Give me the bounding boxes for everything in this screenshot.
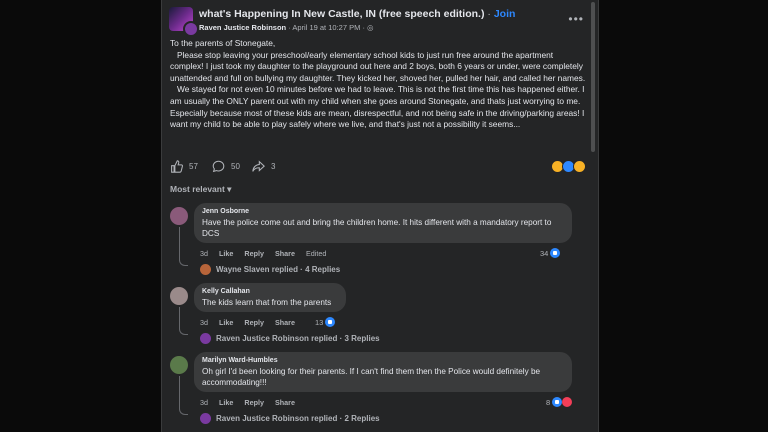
comment-actions: 3d Like Reply Share — [200, 318, 304, 327]
view-replies-link[interactable]: Wayne Slaven replied · 4 Replies — [200, 264, 340, 275]
love-reaction-icon — [562, 397, 573, 407]
like-count: 57 — [189, 162, 198, 171]
comment-time[interactable]: 3d — [200, 398, 208, 407]
care-reaction-icon — [573, 160, 586, 173]
comment-share-button[interactable]: Share — [275, 398, 295, 407]
comment-reply-button[interactable]: Reply — [244, 318, 264, 327]
comment-share-button[interactable]: Share — [275, 318, 295, 327]
replies-text: Wayne Slaven replied · 4 Replies — [216, 265, 341, 274]
like-button[interactable]: 57 — [170, 160, 198, 173]
avatar[interactable] — [170, 356, 188, 374]
avatar[interactable] — [170, 287, 188, 305]
post-paragraph: To the parents of Stonegate, — [170, 38, 276, 48]
comment-button[interactable]: 50 — [212, 160, 240, 173]
comment-icon — [212, 160, 225, 173]
post-paragraph: We stayed for not even 10 minutes before… — [170, 84, 587, 130]
post-timestamp[interactable]: April 19 at 10:27 PM — [292, 23, 360, 32]
avatar[interactable] — [170, 207, 188, 225]
thread-line — [179, 376, 188, 415]
title-separator: · — [487, 8, 491, 20]
share-icon — [252, 160, 265, 172]
group-name-link[interactable]: what's Happening In New Castle, IN (free… — [199, 8, 484, 20]
post-header: what's Happening In New Castle, IN (free… — [169, 6, 588, 37]
comment-bubble: Marilyn Ward-Humbles Oh girl I'd been lo… — [194, 352, 572, 392]
comment-actions: 3d Like Reply Share Edited — [200, 249, 335, 258]
comment-sort-dropdown[interactable]: Most relevant ▾ — [170, 184, 231, 195]
comment-text: Have the police come out and bring the c… — [202, 218, 552, 238]
post-body: To the parents of Stonegate, Please stop… — [170, 38, 588, 131]
comment-reply-button[interactable]: Reply — [244, 249, 264, 258]
comment-reply-button[interactable]: Reply — [244, 398, 264, 407]
reaction-summary[interactable] — [551, 160, 586, 173]
comment-item: Marilyn Ward-Humbles Oh girl I'd been lo… — [170, 352, 590, 432]
commenter-name[interactable]: Marilyn Ward-Humbles — [202, 357, 564, 364]
comment-text: Oh girl I'd been looking for their paren… — [202, 367, 541, 387]
comment-count: 50 — [231, 162, 240, 171]
avatar — [200, 413, 211, 424]
more-options-icon[interactable]: ••• — [568, 12, 584, 26]
like-reaction-icon — [325, 317, 336, 327]
comment-item: Jenn Osborne Have the police come out an… — [170, 203, 590, 275]
comment-like-button[interactable]: Like — [219, 398, 233, 407]
edited-label: Edited — [305, 249, 327, 258]
replies-text: Raven Justice Robinson replied · 3 Repli… — [216, 334, 380, 343]
post-action-bar: 57 50 3 — [170, 158, 590, 176]
share-button[interactable]: 3 — [252, 160, 275, 173]
comment-reaction-count[interactable]: 8 — [546, 397, 573, 407]
thread-line — [179, 307, 188, 335]
commenter-name[interactable]: Jenn Osborne — [202, 208, 564, 215]
thread-line — [179, 227, 188, 266]
comment-text: The kids learn that from the parents — [202, 298, 332, 307]
comment-time[interactable]: 3d — [200, 249, 208, 258]
replies-text: Raven Justice Robinson replied · 2 Repli… — [216, 414, 380, 423]
comment-reaction-count[interactable]: 13 — [315, 317, 336, 327]
comment-actions: 3d Like Reply Share — [200, 398, 304, 407]
reaction-number: 8 — [546, 397, 551, 407]
post-meta: Raven Justice Robinson · April 19 at 10:… — [199, 23, 374, 32]
author-name-link[interactable]: Raven Justice Robinson — [199, 23, 286, 32]
globe-icon: · ◎ — [362, 23, 374, 32]
commenter-name[interactable]: Kelly Callahan — [202, 288, 338, 295]
view-replies-link[interactable]: Raven Justice Robinson replied · 3 Repli… — [200, 333, 380, 344]
scrollbar[interactable] — [591, 2, 595, 152]
group-title-line: what's Happening In New Castle, IN (free… — [199, 8, 515, 20]
like-reaction-icon — [550, 248, 561, 258]
join-button[interactable]: Join — [494, 8, 516, 20]
comment-bubble: Kelly Callahan The kids learn that from … — [194, 283, 346, 312]
reaction-number: 13 — [315, 317, 324, 327]
thumbs-up-icon — [171, 160, 183, 173]
comment-reaction-count[interactable]: 34 — [540, 248, 561, 258]
comment-share-button[interactable]: Share — [275, 249, 295, 258]
reaction-number: 34 — [540, 248, 549, 258]
like-reaction-icon — [552, 397, 563, 407]
comment-like-button[interactable]: Like — [219, 249, 233, 258]
view-replies-link[interactable]: Raven Justice Robinson replied · 2 Repli… — [200, 413, 380, 424]
share-count: 3 — [271, 162, 276, 171]
comment-like-button[interactable]: Like — [219, 318, 233, 327]
avatar — [200, 264, 211, 275]
author-avatar[interactable] — [183, 21, 199, 37]
avatar — [200, 333, 211, 344]
comment-time[interactable]: 3d — [200, 318, 208, 327]
comment-item: Kelly Callahan The kids learn that from … — [170, 283, 590, 348]
post-paragraph: Please stop leaving your preschool/early… — [170, 49, 586, 83]
post-panel: what's Happening In New Castle, IN (free… — [161, 0, 599, 432]
comment-bubble: Jenn Osborne Have the police come out an… — [194, 203, 572, 243]
